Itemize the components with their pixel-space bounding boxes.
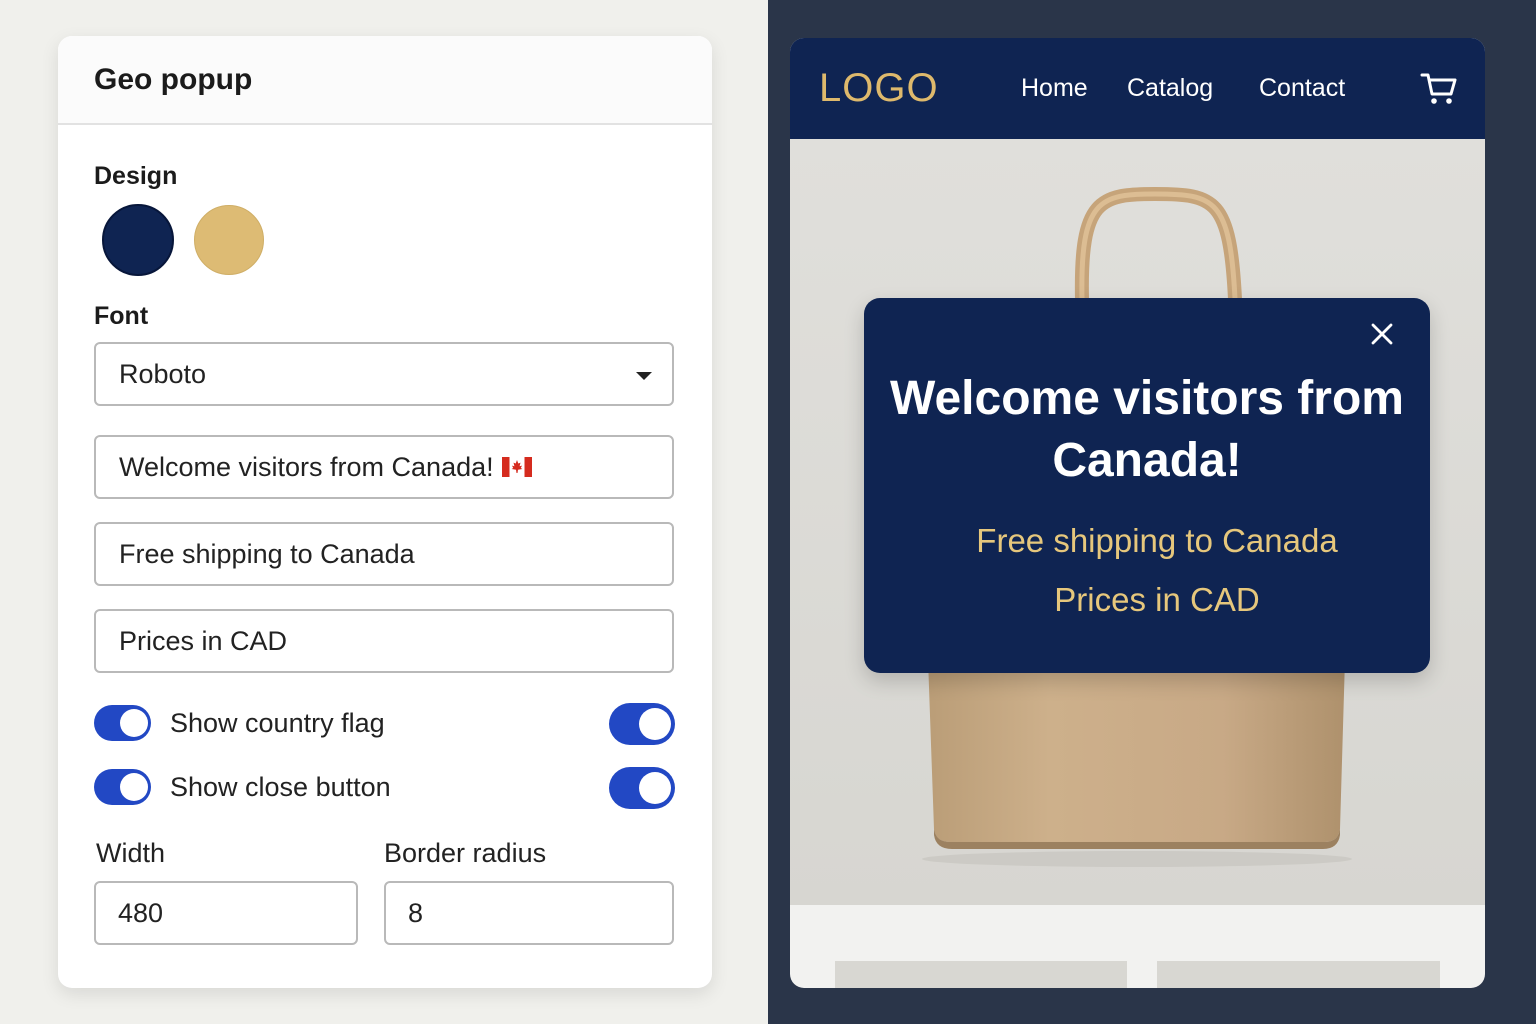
toggle-knob — [639, 772, 671, 804]
border-radius-input-value: 8 — [408, 897, 424, 928]
canada-flag-icon — [501, 457, 532, 477]
nav-contact[interactable]: Contact — [1259, 74, 1345, 103]
close-icon[interactable] — [1370, 322, 1394, 346]
show-close-toggle[interactable] — [609, 767, 675, 809]
border-radius-input[interactable]: 8 — [384, 881, 674, 945]
line1-input-value: Free shipping to Canada — [119, 538, 415, 569]
width-input[interactable]: 480 — [94, 881, 358, 945]
store-logo[interactable]: LOGO — [819, 66, 939, 111]
store-header: LOGO Home Catalog Contact — [790, 38, 1485, 139]
storefront-preview: LOGO Home Catalog Contact Welcome visito… — [790, 38, 1485, 988]
show-flag-label: Show country flag — [170, 708, 385, 738]
show-flag-toggle[interactable] — [609, 703, 675, 745]
popup-line1: Free shipping to Canada — [976, 522, 1338, 559]
color-swatch-navy[interactable] — [102, 204, 174, 276]
line1-input[interactable]: Free shipping to Canada — [94, 522, 674, 586]
chevron-down-icon — [636, 372, 652, 380]
font-select-value: Roboto — [119, 358, 207, 389]
product-card-placeholder — [835, 961, 1127, 988]
popup-title: Welcome visitors from Canada! — [890, 372, 1404, 487]
show-close-label: Show close button — [170, 772, 391, 802]
design-label: Design — [94, 162, 178, 190]
panel-header: Geo popup — [58, 36, 712, 125]
width-label: Width — [96, 838, 166, 868]
toggle-knob — [639, 708, 671, 740]
line2-input[interactable]: Prices in CAD — [94, 609, 674, 673]
font-label: Font — [94, 302, 149, 330]
show-flag-toggle-left[interactable] — [94, 705, 151, 741]
color-swatch-gold[interactable] — [194, 205, 264, 275]
toggle-knob — [120, 709, 148, 737]
panel-title: Geo popup — [94, 62, 253, 96]
cart-icon[interactable] — [1420, 70, 1458, 108]
line2-input-value: Prices in CAD — [119, 625, 288, 656]
toggle-knob — [120, 773, 148, 801]
show-close-toggle-left[interactable] — [94, 769, 151, 805]
border-radius-label: Border radius — [384, 838, 547, 868]
headline-input-value: Welcome visitors from Canada! — [119, 451, 494, 482]
nav-home[interactable]: Home — [1021, 74, 1088, 103]
popup-line2: Prices in CAD — [1054, 581, 1260, 618]
settings-panel: Geo popup Design Font Roboto Welcome vis… — [58, 36, 712, 988]
geo-popup: Welcome visitors from Canada! Free shipp… — [864, 298, 1430, 673]
nav-catalog[interactable]: Catalog — [1127, 74, 1213, 103]
product-card-placeholder — [1157, 961, 1440, 988]
width-input-value: 480 — [118, 897, 164, 928]
headline-input[interactable]: Welcome visitors from Canada! — [94, 435, 674, 499]
font-select[interactable]: Roboto — [94, 342, 674, 406]
